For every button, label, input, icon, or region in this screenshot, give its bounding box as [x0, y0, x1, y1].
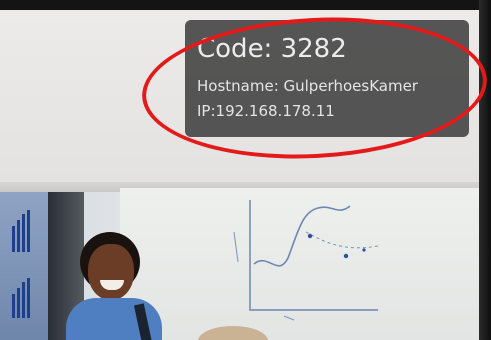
bar-chart-panel [0, 192, 48, 340]
chart-bar [12, 294, 15, 318]
smiling-person [60, 232, 180, 340]
chart-bar [27, 210, 30, 252]
whiteboard-sketch [233, 200, 379, 321]
person-face [88, 244, 134, 300]
display-top-bezel [0, 0, 491, 10]
display-right-bezel [479, 0, 491, 340]
chart-bar [22, 214, 25, 252]
chart-bar [17, 288, 20, 318]
chart-bar [17, 220, 20, 252]
chart-bar [22, 282, 25, 318]
chart-bar [27, 278, 30, 318]
chart-bar [12, 226, 15, 252]
